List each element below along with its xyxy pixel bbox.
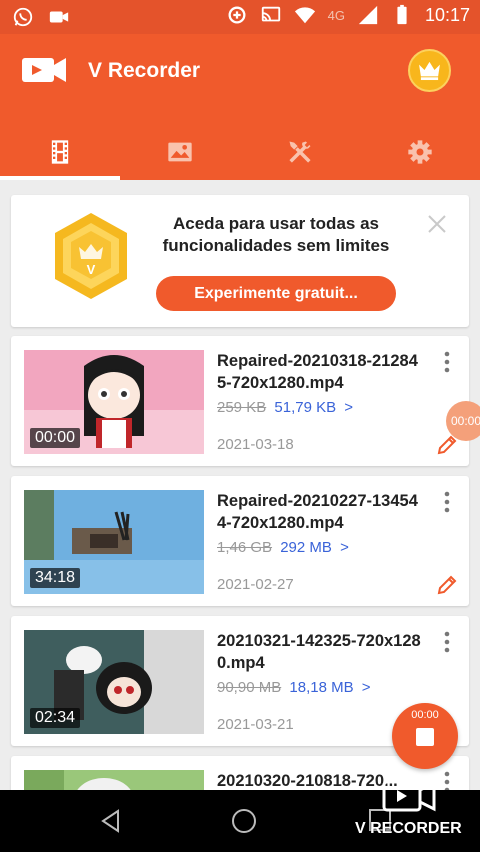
video-duration: 02:34 [30, 708, 81, 728]
whatsapp-icon [13, 7, 33, 27]
edit-pencil-icon[interactable] [436, 574, 458, 596]
promo-text: Aceda para usar todas as funcionalidades… [162, 214, 390, 255]
image-icon [168, 142, 192, 162]
home-icon[interactable] [230, 807, 258, 835]
recording-timer: 00:00 [411, 709, 439, 721]
crown-icon [419, 61, 440, 81]
stop-icon [416, 728, 434, 746]
v-recorder-logo-icon [22, 58, 66, 82]
status-bar: 4G 10:17 [0, 0, 480, 34]
original-size: 1,46 GB [217, 539, 273, 556]
battery-icon [397, 4, 407, 25]
watermark-text: V RECORDER [355, 820, 462, 837]
floating-recorder-bubble[interactable]: 00:00 [446, 401, 480, 441]
video-duration: 00:00 [30, 428, 81, 448]
video-list-item[interactable]: 34:18 Repaired-20210227-134544-720x1280.… [11, 476, 469, 606]
original-size: 90,90 MB [217, 679, 282, 696]
v-recorder-watermark: V RECORDER [355, 778, 470, 840]
app-bar: V Recorder [0, 34, 480, 180]
size-arrow: > [344, 399, 354, 416]
compressed-size: 292 MB [280, 539, 332, 556]
try-free-button[interactable]: Experimente gratuit... [156, 276, 396, 311]
original-size: 259 KB [217, 399, 267, 416]
svg-text:V: V [87, 262, 96, 277]
video-filename: Repaired-20210318-212845-720x1280.mp4 [217, 352, 418, 392]
premium-crown-button[interactable] [408, 49, 451, 92]
tab-settings[interactable] [360, 124, 480, 180]
tab-images[interactable] [120, 124, 240, 180]
gear-icon [408, 140, 432, 164]
app-title: V Recorder [88, 59, 201, 82]
video-filename: 20210321-142325-720x1280.mp4 [217, 632, 421, 672]
video-size[interactable]: 259 KB 51,79 KB > [217, 399, 353, 416]
film-icon [51, 140, 69, 164]
video-size[interactable]: 90,90 MB 18,18 MB > [217, 679, 371, 696]
premium-promo-card: V Aceda para usar todas as funcionalidad… [11, 195, 469, 327]
stop-recording-button[interactable]: 00:00 [392, 703, 458, 769]
video-camera-icon [49, 11, 69, 23]
main-tabs [0, 124, 480, 180]
network-type: 4G [327, 7, 345, 23]
video-thumbnail[interactable]: 34:18 [24, 490, 204, 594]
more-options-icon[interactable] [439, 490, 455, 514]
more-options-icon[interactable] [439, 350, 455, 374]
watermark-camera-icon [382, 780, 436, 812]
video-filename: Repaired-20210227-134544-720x1280.mp4 [217, 492, 418, 532]
video-list-item[interactable]: 00:00 Repaired-20210318-212845-720x1280.… [11, 336, 469, 466]
video-date: 2021-02-27 [217, 576, 294, 593]
cast-icon [261, 6, 280, 22]
video-date: 2021-03-18 [217, 436, 294, 453]
more-options-icon[interactable] [439, 630, 455, 654]
compressed-size: 51,79 KB [274, 399, 337, 416]
premium-badge-icon: V [55, 213, 127, 299]
wifi-icon [294, 7, 315, 24]
video-size[interactable]: 1,46 GB 292 MB > [217, 539, 349, 556]
active-tab-indicator [0, 176, 120, 180]
size-arrow: > [340, 539, 349, 556]
close-icon[interactable] [426, 213, 448, 235]
data-saver-icon [228, 6, 246, 24]
tab-tools[interactable] [240, 124, 360, 180]
tab-videos[interactable] [0, 124, 120, 180]
video-thumbnail[interactable]: 02:34 [24, 630, 204, 734]
video-date: 2021-03-21 [217, 716, 294, 733]
video-duration: 34:18 [30, 568, 81, 588]
back-icon[interactable] [98, 808, 124, 834]
clock: 10:17 [424, 4, 470, 25]
compressed-size: 18,18 MB [289, 679, 354, 696]
signal-icon [358, 5, 378, 25]
size-arrow: > [361, 679, 371, 696]
video-thumbnail[interactable]: 00:00 [24, 350, 204, 454]
tools-icon [289, 141, 311, 163]
